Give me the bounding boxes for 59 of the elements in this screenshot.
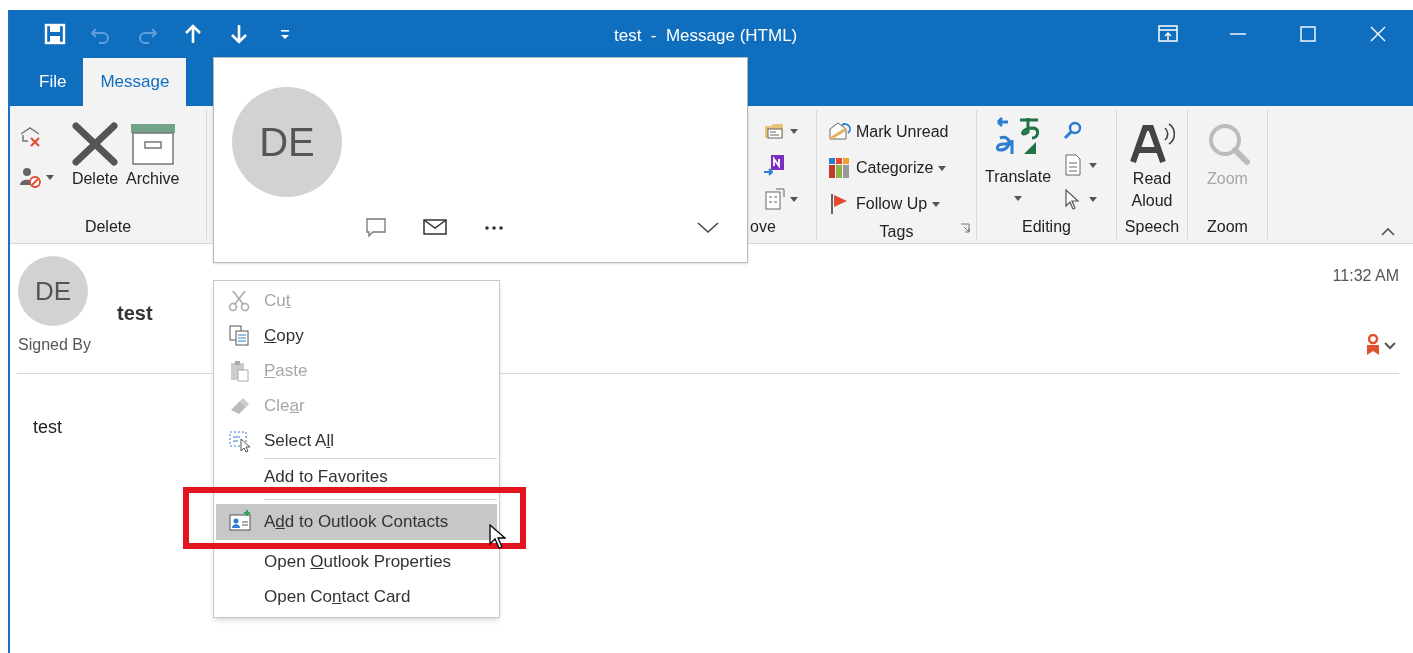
close-icon (1370, 26, 1386, 42)
ribbon-display-icon (1158, 24, 1178, 44)
collapse-ribbon-icon[interactable] (1381, 227, 1395, 236)
contact-avatar: DE (232, 87, 342, 197)
dropdown-icon (932, 201, 941, 207)
categorize-icon (827, 156, 851, 180)
dropdown-icon (46, 174, 54, 180)
dropdown-icon (1014, 196, 1023, 201)
archive-button[interactable]: Archive (126, 116, 180, 190)
contact-card-icon (228, 510, 252, 534)
onenote-icon (762, 153, 786, 177)
group-label: ove (750, 217, 776, 237)
ignore-icon (18, 125, 42, 149)
dropdown-icon (1089, 196, 1098, 202)
scissors-icon (228, 288, 252, 313)
arrow-down-icon (228, 23, 250, 45)
dialog-launcher-icon[interactable] (960, 223, 970, 233)
menu-item[interactable]: Select All (216, 423, 497, 458)
dropdown-icon (790, 128, 798, 134)
dropdown-icon (938, 165, 947, 171)
group-label: Speech (1124, 217, 1180, 237)
ribbon-tab[interactable]: File (22, 58, 84, 106)
group-label: Tags (879, 222, 914, 242)
group-label: Editing (1022, 217, 1071, 237)
group-label: Delete (84, 217, 132, 237)
chat-icon[interactable] (365, 216, 389, 238)
menu-item[interactable]: Add to Favorites (216, 459, 497, 494)
group-label: Zoom (1207, 217, 1248, 237)
read-aloud-icon (1129, 122, 1175, 166)
categorize-button[interactable]: Categorize (827, 152, 949, 184)
received-time: 11:32 AM (1332, 266, 1399, 286)
save-icon (44, 23, 66, 45)
menu-item[interactable]: Open Contact Card (216, 579, 497, 614)
window-title: test - Message (HTML) (614, 25, 798, 47)
mail-icon[interactable] (423, 216, 447, 238)
ribbon-tab[interactable]: Message (83, 58, 187, 106)
mark-unread-button[interactable]: Mark Unread (827, 116, 949, 148)
delete-button[interactable]: Delete (70, 116, 120, 190)
block-sender-icon (18, 165, 42, 189)
dropdown-icon (1089, 162, 1098, 168)
certificate-icon[interactable] (1365, 334, 1399, 356)
dropdown-icon (790, 196, 798, 202)
message-body: test (33, 416, 62, 439)
follow-up-button[interactable]: Follow Up (827, 188, 949, 220)
message-subject: test (117, 301, 153, 326)
actions-icon (762, 187, 786, 211)
menu-item[interactable]: Add to Outlook Contacts (216, 504, 497, 540)
clipboard-icon (228, 358, 252, 383)
archive-icon (128, 122, 177, 166)
translate-button[interactable]: Translate (977, 116, 1052, 201)
signed-by-label: Signed By (18, 335, 91, 355)
avatar: DE (18, 256, 88, 326)
maximize-icon (1300, 26, 1316, 42)
read-aloud-button[interactable]: Read Aloud (1117, 116, 1187, 212)
menu-item[interactable]: Copy (216, 318, 497, 353)
select-all-icon (228, 428, 252, 453)
delete-icon (70, 122, 120, 166)
minimize-icon (1230, 33, 1246, 35)
copy-icon (228, 323, 252, 348)
